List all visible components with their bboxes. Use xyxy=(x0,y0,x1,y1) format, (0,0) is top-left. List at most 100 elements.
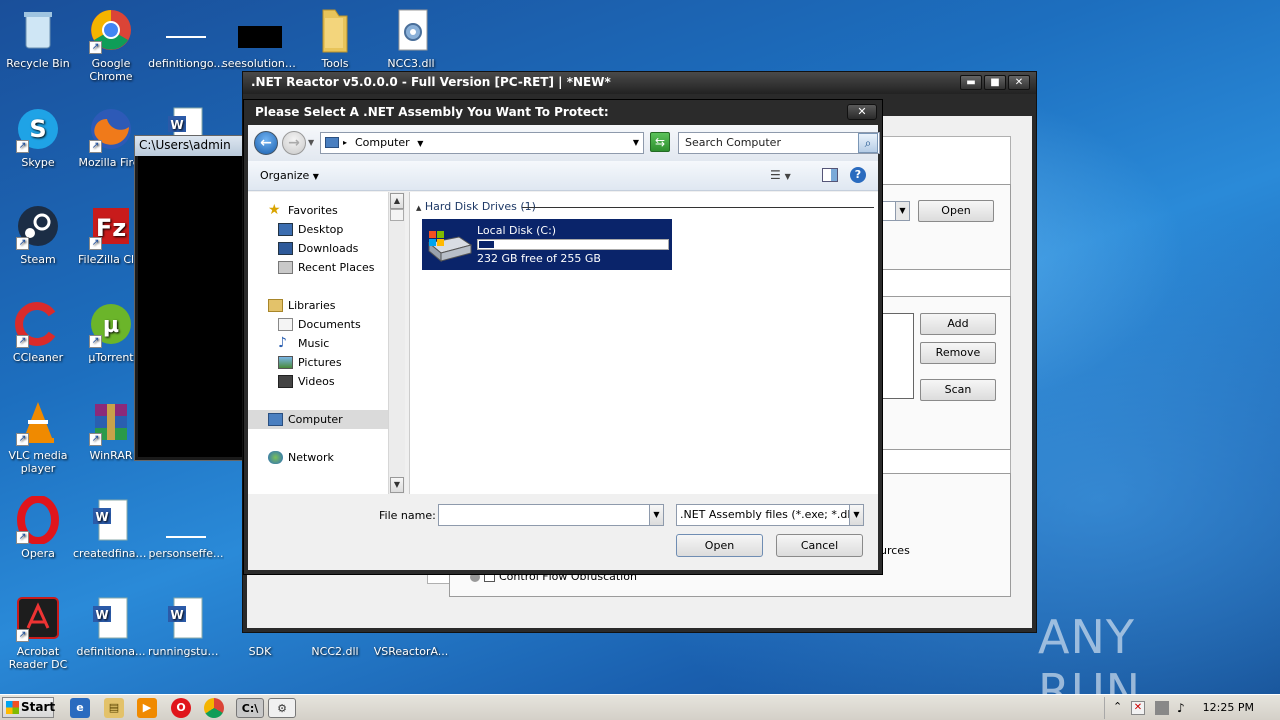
address-bar[interactable]: ▸ Computer ▼ ▼ xyxy=(320,132,644,154)
minimize-button[interactable]: ▬ xyxy=(960,75,982,90)
close-button[interactable]: ✕ xyxy=(1008,75,1030,90)
scroll-up-arrow-icon[interactable]: ▲ xyxy=(390,193,404,209)
search-input[interactable]: Search Computer xyxy=(678,132,880,154)
forward-button[interactable]: → xyxy=(282,131,306,155)
clock[interactable]: 12:25 PM xyxy=(1203,701,1254,714)
opera-taskbar-icon[interactable]: O xyxy=(171,698,191,718)
media-player-icon[interactable]: ▶ xyxy=(137,698,157,718)
skype-label: Skype xyxy=(21,156,55,169)
music-icon: ♪ xyxy=(278,335,287,351)
nav-favorites[interactable]: ★ Favorites xyxy=(248,201,388,220)
explorer-folder-icon[interactable]: ▤ xyxy=(104,698,124,718)
cancel-button[interactable]: Cancel xyxy=(776,534,863,557)
vsreactor-label: VSReactorA... xyxy=(373,645,449,658)
console-window[interactable]: C:\Users\admin xyxy=(134,135,246,461)
help-icon[interactable]: ? xyxy=(850,167,866,183)
blank-file-icon-2[interactable]: personseffe... xyxy=(148,496,224,560)
nav-recent-places[interactable]: Recent Places xyxy=(248,258,388,277)
word-doc-icon[interactable]: W createdfinal... xyxy=(73,496,149,560)
file-name-input[interactable]: ▼ xyxy=(438,504,664,526)
ccleaner-icon[interactable]: ↗ CCleaner xyxy=(0,300,76,364)
assembly-combo[interactable]: ▼ xyxy=(882,201,910,221)
maximize-button[interactable]: ■ xyxy=(984,75,1006,90)
computer-icon xyxy=(268,413,283,426)
address-dropdown-icon[interactable]: ▼ xyxy=(417,139,423,148)
desktop-icon xyxy=(278,223,293,236)
word-doc-label-3: runningstud... xyxy=(148,645,224,658)
recent-pages-chevron-icon[interactable]: ▼ xyxy=(308,138,314,147)
network-tray-icon[interactable] xyxy=(1155,701,1169,715)
ncc2-label: NCC2.dll xyxy=(311,645,359,658)
nav-music[interactable]: ♪ Music xyxy=(248,334,388,353)
scroll-thumb[interactable] xyxy=(390,209,404,221)
svg-text:W: W xyxy=(170,118,183,132)
console-taskbar-icon[interactable]: C:\ xyxy=(236,698,264,718)
volume-icon[interactable]: ♪ xyxy=(1177,701,1185,715)
scan-button[interactable]: Scan xyxy=(920,379,996,401)
vlc-icon[interactable]: ↗ VLC media player xyxy=(0,398,76,475)
nav-documents[interactable]: Documents xyxy=(248,315,388,334)
opera-icon[interactable]: ↗ Opera xyxy=(0,495,76,560)
nav-computer[interactable]: Computer xyxy=(248,410,388,429)
black-file-label: seesolution.... xyxy=(222,57,298,70)
console-body[interactable] xyxy=(138,156,242,457)
taskbar: Start e ▤ ▶ O C:\ ⚙ ⌃ ✕ ♪ 12:25 PM xyxy=(0,694,1280,720)
collapse-icon[interactable]: ▲ xyxy=(416,204,421,212)
blank-file-icon[interactable]: definitiongo... xyxy=(148,6,224,70)
chrome-icon[interactable]: ↗ Google Chrome xyxy=(73,6,149,83)
recycle-bin-icon[interactable]: Recycle Bin xyxy=(0,6,76,70)
svg-text:W: W xyxy=(170,608,183,622)
back-button[interactable]: ← xyxy=(254,131,278,155)
action-center-icon[interactable]: ✕ xyxy=(1131,701,1145,715)
file-name-dropdown-icon[interactable]: ▼ xyxy=(649,505,663,525)
view-options-icon[interactable]: ☰ ▼ xyxy=(770,168,791,182)
blank-file-label-2: personseffe... xyxy=(148,547,224,560)
files-list[interactable] xyxy=(880,313,914,399)
pictures-icon xyxy=(278,356,293,369)
open-button[interactable]: Open xyxy=(676,534,763,557)
nav-downloads[interactable]: Downloads xyxy=(248,239,388,258)
file-type-dropdown-icon[interactable]: ▼ xyxy=(849,505,863,525)
nav-videos[interactable]: Videos xyxy=(248,372,388,391)
group-header[interactable]: ▲ Hard Disk Drives (1) xyxy=(416,200,536,213)
sdk-label: SDK xyxy=(248,645,272,658)
reactor-taskbar-icon[interactable]: ⚙ xyxy=(268,698,296,718)
nav-libraries[interactable]: Libraries xyxy=(248,296,388,315)
search-icon[interactable]: ⌕ xyxy=(858,133,878,153)
acrobat-icon[interactable]: ↗ Acrobat Reader DC xyxy=(0,594,76,671)
nav-pictures[interactable]: Pictures xyxy=(248,353,388,372)
remove-button[interactable]: Remove xyxy=(920,342,996,364)
word-doc-icon-3[interactable]: W runningstud... xyxy=(148,594,224,658)
desktop: Recycle Bin S ↗ Skype ↗ Steam ↗ CCleaner … xyxy=(0,0,1280,694)
refresh-icon[interactable]: ⇆ xyxy=(650,132,670,152)
start-button[interactable]: Start xyxy=(2,697,55,718)
drive-item[interactable]: Local Disk (C:) 232 GB free of 255 GB xyxy=(422,219,672,270)
drive-usage-bar xyxy=(477,239,669,250)
tools-folder-icon[interactable]: Tools xyxy=(297,6,373,70)
ccleaner-label: CCleaner xyxy=(12,351,64,364)
show-hidden-icons-icon[interactable]: ⌃ xyxy=(1113,700,1122,713)
file-type-value: .NET Assembly files (*.exe; *.dll; xyxy=(680,508,858,521)
ncc3-dll-icon[interactable]: NCC3.dll xyxy=(373,6,449,70)
system-tray: ⌃ ✕ ♪ 12:25 PM xyxy=(1104,697,1280,719)
skype-icon[interactable]: S ↗ Skype xyxy=(0,105,76,169)
open-file-dialog[interactable]: Please Select A .NET Assembly You Want T… xyxy=(243,99,883,575)
nav-scrollbar[interactable]: ▲ ▼ xyxy=(388,192,405,494)
word-doc-icon-2[interactable]: W definitiona... xyxy=(73,594,149,658)
nav-desktop[interactable]: Desktop xyxy=(248,220,388,239)
organize-button[interactable]: Organize ▼ xyxy=(260,169,319,182)
address-history-icon[interactable]: ▼ xyxy=(633,133,639,153)
nav-network[interactable]: Network xyxy=(248,448,388,467)
reactor-open-button[interactable]: Open xyxy=(918,200,994,222)
file-list-area[interactable]: ▲ Hard Disk Drives (1) Local Disk (C:) 2 xyxy=(409,192,878,494)
dialog-close-button[interactable]: ✕ xyxy=(847,104,877,120)
black-file-icon[interactable]: seesolution.... xyxy=(222,6,298,70)
add-button[interactable]: Add xyxy=(920,313,996,335)
scroll-down-arrow-icon[interactable]: ▼ xyxy=(390,477,404,493)
steam-icon[interactable]: ↗ Steam xyxy=(0,202,76,266)
chrome-taskbar-icon[interactable] xyxy=(204,698,224,718)
preview-pane-icon[interactable] xyxy=(822,168,838,182)
recycle-bin-label: Recycle Bin xyxy=(6,57,70,70)
internet-explorer-icon[interactable]: e xyxy=(70,698,90,718)
file-type-select[interactable]: .NET Assembly files (*.exe; *.dll; ▼ xyxy=(676,504,864,526)
